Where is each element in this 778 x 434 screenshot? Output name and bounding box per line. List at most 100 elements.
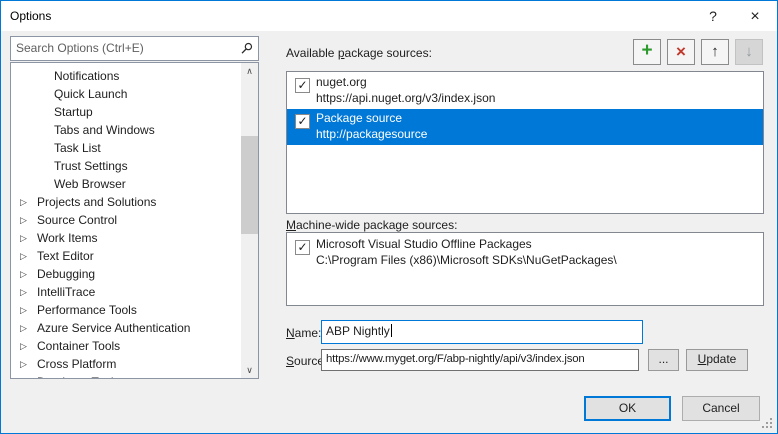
label-part: Available <box>286 46 338 60</box>
package-source-url: http://packagesource <box>316 127 427 141</box>
move-down-button-disabled[interactable]: ↓ <box>735 39 763 65</box>
tree-item-performance-tools[interactable]: ▷ Performance Tools <box>11 301 258 319</box>
tree-item-container-tools[interactable]: ▷ Container Tools <box>11 337 258 355</box>
label-part: pdate <box>706 352 736 366</box>
arrow-up-icon: ↑ <box>711 43 719 60</box>
checkbox-checked-icon[interactable]: ✓ <box>295 114 310 129</box>
machine-source-microsoft-visual-studio-offline-packages[interactable]: ✓ Microsoft Visual Studio Offline Package… <box>287 235 763 271</box>
tree-item-intellitrace[interactable]: ▷ IntelliTrace <box>11 283 258 301</box>
tree-item-label: Task List <box>54 141 101 155</box>
name-input-value: ABP Nightly <box>326 324 390 338</box>
label-part: ackage sources: <box>345 46 432 60</box>
tree-item-quick-launch[interactable]: Quick Launch <box>11 85 258 103</box>
tree-item-cross-platform[interactable]: ▷ Cross Platform <box>11 355 258 373</box>
machine-source-url: C:\Program Files (x86)\Microsoft SDKs\Nu… <box>316 253 617 267</box>
expand-arrow-icon[interactable]: ▷ <box>20 193 27 211</box>
available-package-sources-label: Available package sources: <box>286 46 432 60</box>
name-input[interactable]: ABP Nightly <box>321 320 643 344</box>
tree-item-label: Source Control <box>37 213 117 227</box>
search-icon <box>240 42 253 55</box>
tree-item-task-list[interactable]: Task List <box>11 139 258 157</box>
machine-sources-list: ✓ Microsoft Visual Studio Offline Package… <box>286 232 764 306</box>
update-button[interactable]: Update <box>686 349 748 371</box>
tree-item-label: Tabs and Windows <box>54 123 155 137</box>
label-part: achine-wide package sources: <box>296 218 457 232</box>
tree-item-label: Azure Service Authentication <box>37 321 190 335</box>
machine-source-name: Microsoft Visual Studio Offline Packages <box>316 237 532 251</box>
label-part: ame: <box>295 326 322 340</box>
help-button[interactable]: ? <box>699 7 727 27</box>
expand-arrow-icon[interactable]: ▷ <box>20 319 27 337</box>
window-title: Options <box>10 9 51 23</box>
expand-arrow-icon[interactable]: ▷ <box>20 229 27 247</box>
expand-arrow-icon[interactable]: ▷ <box>20 265 27 283</box>
tree-item-work-items[interactable]: ▷ Work Items <box>11 229 258 247</box>
tree-item-label: IntelliTrace <box>37 285 95 299</box>
checkbox-checked-icon[interactable]: ✓ <box>295 78 310 93</box>
x-icon: × <box>676 42 686 61</box>
tree-item-label: Web Browser <box>54 177 126 191</box>
tree-item-label: Database Tools <box>37 375 120 379</box>
expand-arrow-icon[interactable]: ▷ <box>20 373 27 379</box>
tree-item-label: Projects and Solutions <box>37 195 156 209</box>
label-part: U <box>698 352 707 366</box>
expand-arrow-icon[interactable]: ▷ <box>20 283 27 301</box>
tree-item-notifications[interactable]: Notifications <box>11 67 258 85</box>
tree-item-label: Performance Tools <box>37 303 137 317</box>
tree-item-label: Notifications <box>54 69 119 83</box>
package-source-name: nuget.org <box>316 75 367 89</box>
move-up-button[interactable]: ↑ <box>701 39 729 65</box>
package-source-package-source[interactable]: ✓ Package source http://packagesource <box>287 109 763 145</box>
title-bar[interactable]: Options ? × <box>1 1 777 31</box>
tree-item-label: Startup <box>54 105 93 119</box>
label-part: S <box>286 354 294 368</box>
tree-item-label: Trust Settings <box>54 159 128 173</box>
package-sources-list: ✓ nuget.org https://api.nuget.org/v3/index… <box>286 71 764 214</box>
machine-wide-sources-label: Machine-wide package sources: <box>286 218 457 232</box>
plus-icon: + <box>641 40 652 61</box>
tree-item-text-editor[interactable]: ▷ Text Editor <box>11 247 258 265</box>
label-part: N <box>286 326 295 340</box>
cancel-button[interactable]: Cancel <box>682 396 760 421</box>
source-input[interactable]: https://www.myget.org/F/abp-nightly/api/… <box>321 349 639 371</box>
expand-arrow-icon[interactable]: ▷ <box>20 211 27 229</box>
tree-item-startup[interactable]: Startup <box>11 103 258 121</box>
tree-item-label: Quick Launch <box>54 87 127 101</box>
expand-arrow-icon[interactable]: ▷ <box>20 247 27 265</box>
checkbox-checked-icon[interactable]: ✓ <box>295 240 310 255</box>
arrow-down-icon: ↓ <box>745 43 753 60</box>
tree-item-label: Container Tools <box>37 339 120 353</box>
browse-button[interactable]: ... <box>648 349 679 371</box>
label-part: p <box>338 46 345 60</box>
resize-grip-icon[interactable] <box>761 417 774 430</box>
remove-source-button[interactable]: × <box>667 39 695 65</box>
name-label: Name: <box>286 326 321 340</box>
tree-item-azure-service-authentication[interactable]: ▷ Azure Service Authentication <box>11 319 258 337</box>
expand-arrow-icon[interactable]: ▷ <box>20 301 27 319</box>
label-part: M <box>286 218 296 232</box>
tree-item-label: Work Items <box>37 231 97 245</box>
tree-item-label: Text Editor <box>37 249 94 263</box>
package-source-url: https://api.nuget.org/v3/index.json <box>316 91 495 105</box>
ok-button[interactable]: OK <box>584 396 671 421</box>
search-input[interactable]: Search Options (Ctrl+E) <box>10 36 259 61</box>
tree-item-source-control[interactable]: ▷ Source Control <box>11 211 258 229</box>
add-source-button[interactable]: + <box>633 39 661 65</box>
tree-item-tabs-and-windows[interactable]: Tabs and Windows <box>11 121 258 139</box>
tree-item-database-tools[interactable]: ▷ Database Tools <box>11 373 258 379</box>
tree-item-projects-and-solutions[interactable]: ▷ Projects and Solutions <box>11 193 258 211</box>
tree-item-label: Debugging <box>37 267 95 281</box>
tree-item-debugging[interactable]: ▷ Debugging <box>11 265 258 283</box>
text-caret <box>391 324 392 337</box>
expand-arrow-icon[interactable]: ▷ <box>20 337 27 355</box>
tree-item-label: Cross Platform <box>37 357 116 371</box>
source-input-value: https://www.myget.org/F/abp-nightly/api/… <box>326 353 584 365</box>
search-placeholder: Search Options (Ctrl+E) <box>16 41 144 55</box>
package-source-nuget-org[interactable]: ✓ nuget.org https://api.nuget.org/v3/index… <box>287 73 763 109</box>
tree-item-trust-settings[interactable]: Trust Settings <box>11 157 258 175</box>
tree-item-web-browser[interactable]: Web Browser <box>11 175 258 193</box>
options-tree: ∧ ∨ NotificationsQuick LaunchStartupTabs… <box>10 62 259 379</box>
expand-arrow-icon[interactable]: ▷ <box>20 355 27 373</box>
package-source-name: Package source <box>316 111 402 125</box>
close-button[interactable]: × <box>739 6 771 28</box>
